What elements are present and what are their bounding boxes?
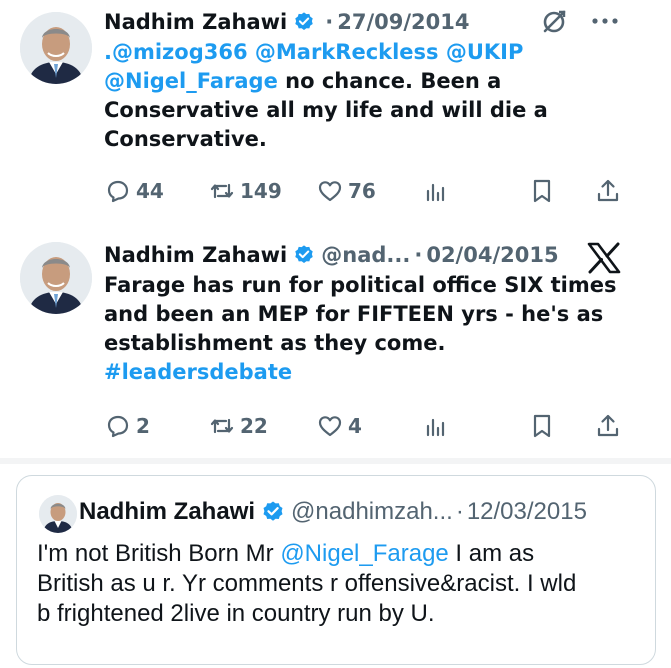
text-segment: no chance. Been a [277,69,502,93]
repost-count: 22 [240,414,268,438]
tweet-text: Farage has run for political office SIX … [104,271,664,387]
text-line: b frightened 2live in country run by U. [37,600,435,627]
tweet-1[interactable]: Nadhim Zahawi · 27/09/2014 .@mizog366 @M… [0,0,671,226]
quote-text: I'm not British Born Mr @Nigel_Farage I … [37,539,647,629]
quote-tweet-card[interactable]: Nadhim Zahawi @nadhimzah... · 12/03/2015… [16,475,656,665]
verified-badge-icon [295,245,313,263]
tweet-date[interactable]: 02/04/2015 [426,242,558,268]
text-line: Conservative all my life and will die a [104,98,548,122]
text-line: Farage has run for political office SIX … [104,273,617,297]
views-icon [426,183,445,202]
separator-dot: · [414,243,423,267]
reply-icon [107,415,129,438]
share-icon [597,179,619,202]
text-line: establishment as they come. [104,331,446,355]
author-handle[interactable]: @nad... [321,242,410,268]
views-button[interactable] [422,177,454,205]
hashtag-link[interactable]: #leadersdebate [104,360,292,384]
author-name[interactable]: Nadhim Zahawi [104,9,287,35]
tweet-header: Nadhim Zahawi · 27/09/2014 [104,9,469,35]
repost-count: 149 [240,179,282,203]
quote-header: Nadhim Zahawi @nadhimzah... · 12/03/2015 [79,497,587,527]
views-icon [426,418,445,437]
mention-link[interactable]: @Nigel_Farage [280,540,448,567]
reply-count: 2 [136,414,150,438]
author-handle[interactable]: @nadhimzah... [291,497,453,527]
action-bar: 2 22 4 [104,412,634,442]
separator-dot: · [455,498,464,525]
author-name[interactable]: Nadhim Zahawi [104,242,287,268]
avatar[interactable] [20,242,92,314]
text-line: Conservative. [104,127,267,151]
bookmark-button[interactable] [528,412,560,440]
tweet-text: .@mizog366 @MarkReckless @UKIP @Nigel_Fa… [104,38,664,154]
tweet-header: Nadhim Zahawi @nad... · 02/04/2015 [104,242,559,268]
divider [0,458,671,464]
reply-icon [107,180,129,203]
verified-badge-icon [295,12,313,30]
text-segment: I'm not British Born Mr [37,540,281,567]
like-icon [318,181,342,202]
reply-count: 44 [136,179,164,203]
tweet-2[interactable]: Nadhim Zahawi @nad... · 02/04/2015 Farag… [0,226,671,458]
like-button[interactable]: 4 [316,412,362,440]
mention-link[interactable]: .@mizog366 @MarkReckless @UKIP [104,40,523,64]
share-icon [597,414,619,437]
repost-button[interactable]: 149 [208,177,282,205]
reply-button[interactable]: 2 [104,412,150,440]
like-count: 4 [348,414,362,438]
bookmark-icon [533,179,551,203]
share-button[interactable] [594,412,626,440]
more-icon[interactable] [590,10,620,32]
repost-icon [210,418,234,434]
bookmark-icon [533,414,551,438]
text-segment: I am as [448,540,535,567]
x-logo-icon [587,242,621,274]
text-line: British as u r. Yr comments r offensive&… [37,570,577,597]
like-icon [318,416,342,437]
tweet-date[interactable]: 27/09/2014 [337,9,469,35]
author-name[interactable]: Nadhim Zahawi [79,497,255,527]
avatar[interactable] [20,12,92,84]
verified-badge-icon [263,501,283,521]
mention-link[interactable]: @Nigel_Farage [104,69,278,93]
share-button[interactable] [594,177,626,205]
repost-button[interactable]: 22 [208,412,268,440]
grok-icon[interactable] [539,7,569,37]
reply-button[interactable]: 44 [104,177,164,205]
bookmark-button[interactable] [528,177,560,205]
action-bar: 44 149 76 [104,177,634,207]
like-button[interactable]: 76 [316,177,376,205]
tweet-date[interactable]: 12/03/2015 [467,497,587,527]
views-button[interactable] [422,412,454,440]
repost-icon [210,183,234,199]
separator-dot: · [325,10,334,34]
text-line: and been an MEP for FIFTEEN yrs - he's a… [104,302,604,326]
avatar[interactable] [39,495,77,533]
like-count: 76 [348,179,376,203]
